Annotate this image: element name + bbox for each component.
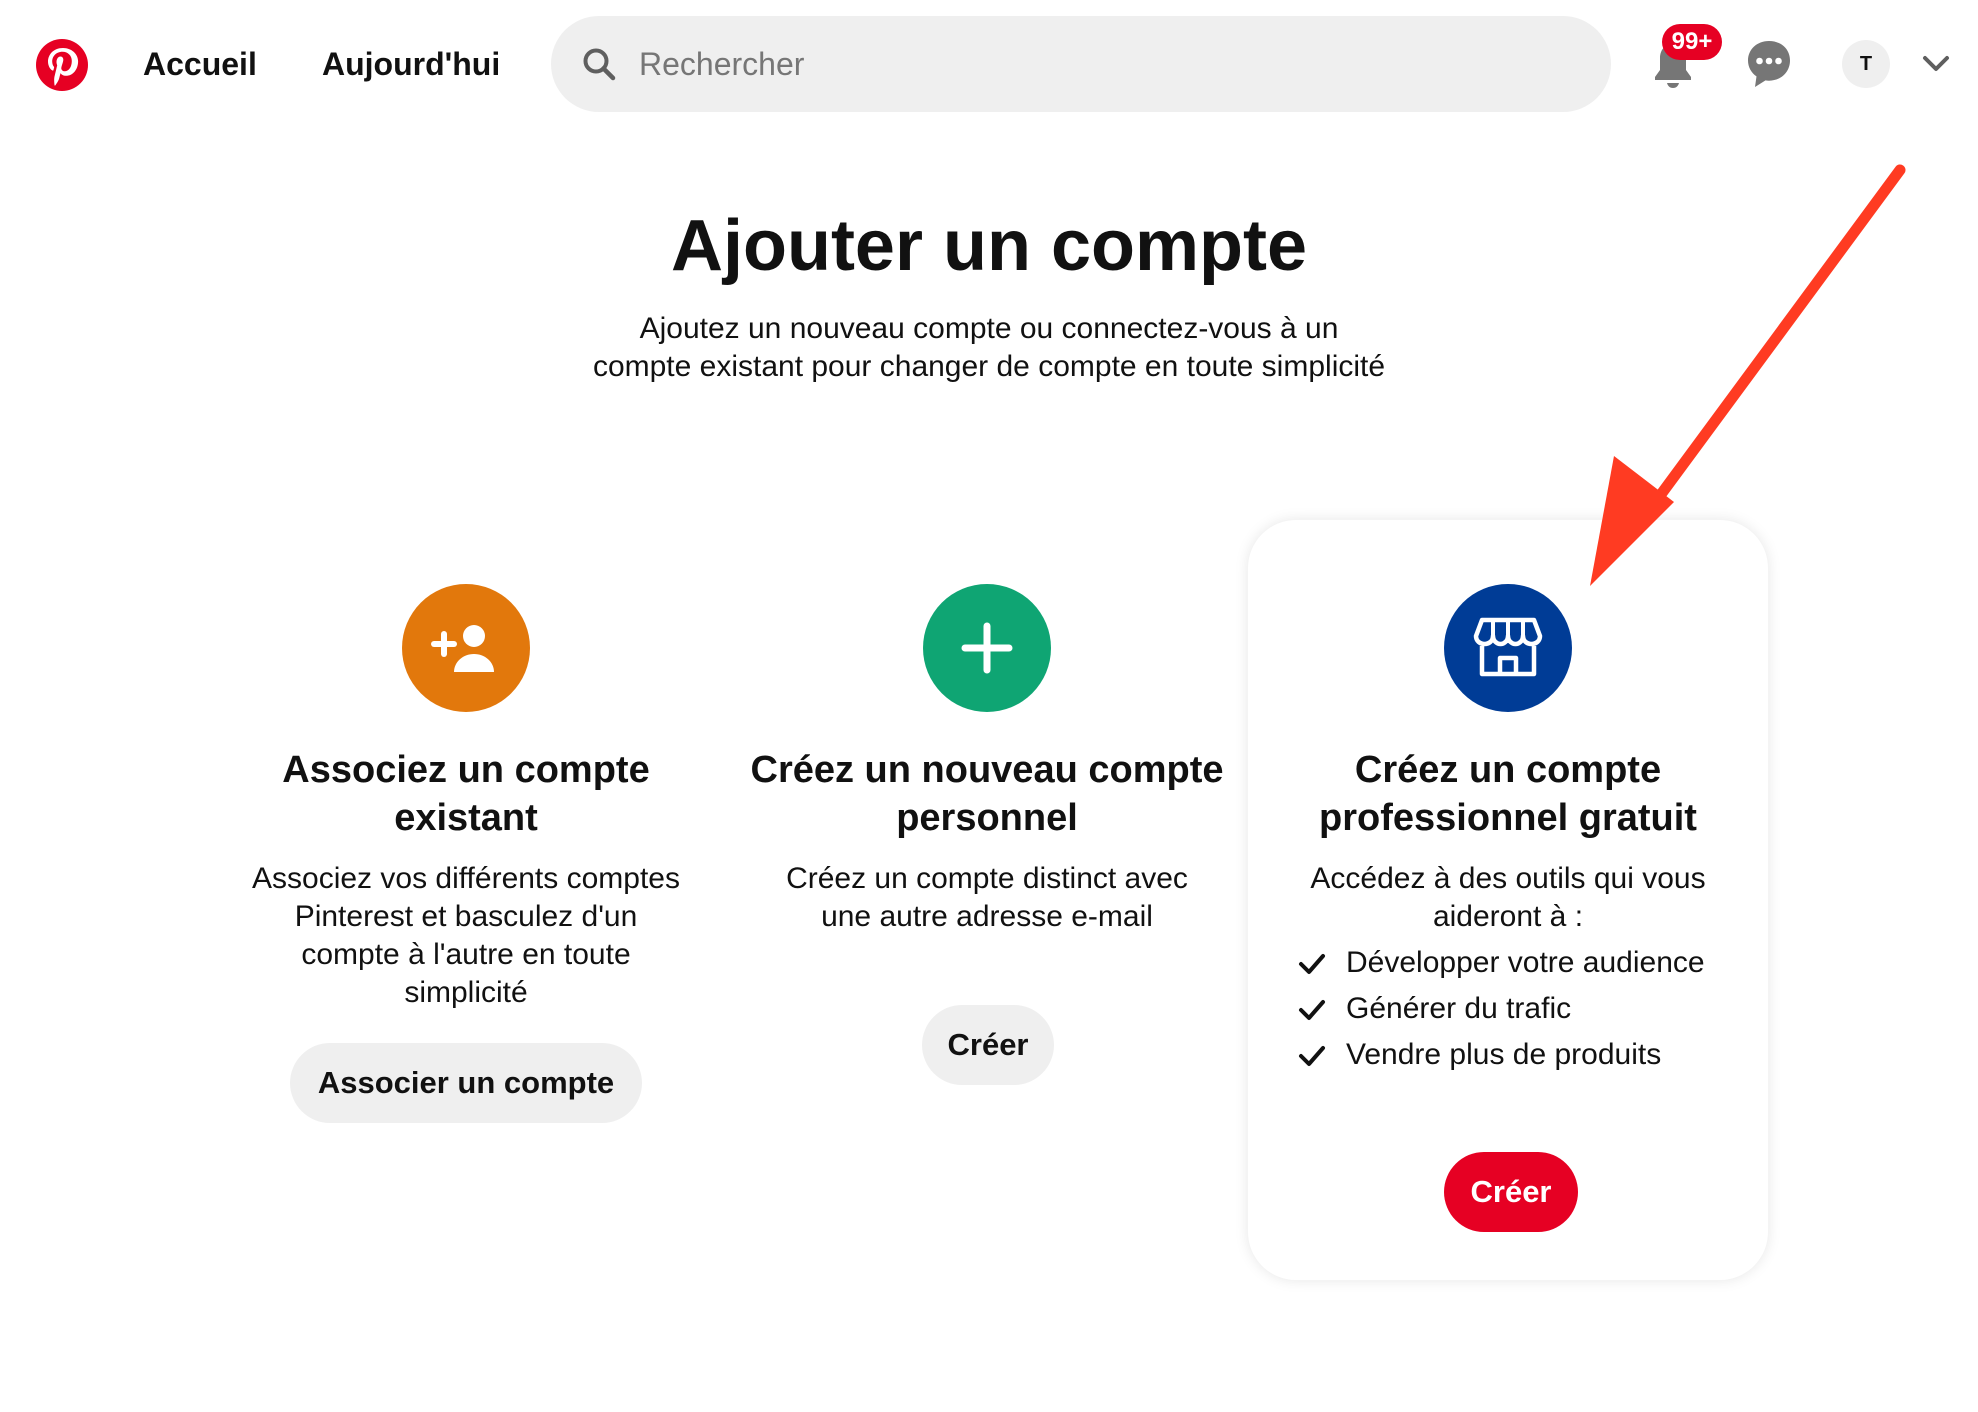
associate-account-button[interactable]: Associer un compte [290,1043,642,1123]
business-benefits-list: Développer votre audience Générer du tra… [1298,944,1738,1082]
user-avatar[interactable]: T [1842,40,1890,88]
business-card-title: Créez un compte professionnel gratuit [1319,749,1697,839]
create-personal-account-button[interactable]: Créer [922,1005,1054,1085]
nav-link-home[interactable]: Accueil [143,44,257,84]
search-input[interactable] [639,34,1539,94]
top-navigation-bar: Accueil Aujourd'hui 99+ T [0,0,1978,128]
chevron-down-icon[interactable] [1922,52,1950,76]
benefit-item: Vendre plus de produits [1298,1036,1738,1074]
personal-card-description: Créez un compte distinct avec une autre … [786,862,1188,933]
search-icon [583,48,616,81]
benefit-item: Générer du trafic [1298,990,1738,1028]
nav-link-today[interactable]: Aujourd'hui [322,44,500,84]
add-person-icon [402,584,530,712]
associate-account-card: Associez un compte existant Associez vos… [206,520,726,1280]
search-bar[interactable] [551,16,1611,112]
annotation-arrow-icon [1590,164,1906,586]
checkmark-icon [1299,1046,1325,1066]
benefit-item: Développer votre audience [1298,944,1738,982]
personal-account-card: Créez un nouveau compte personnel Créez … [727,520,1247,1280]
checkmark-icon [1299,1000,1325,1020]
benefit-text: Vendre plus de produits [1346,1038,1662,1071]
associate-card-title: Associez un compte existant [282,749,650,839]
storefront-icon [1444,584,1572,712]
benefit-text: Développer votre audience [1346,946,1705,979]
business-account-card: Créez un compte professionnel gratuit Ac… [1248,520,1768,1280]
benefit-text: Générer du trafic [1346,992,1572,1025]
plus-icon [923,584,1051,712]
create-business-account-button[interactable]: Créer [1444,1152,1578,1232]
personal-card-title: Créez un nouveau compte personnel [750,749,1224,839]
business-card-description: Accédez à des outils qui vous aideront à… [1310,862,1706,933]
notification-count-badge: 99+ [1662,24,1722,60]
messages-icon[interactable] [1745,38,1793,90]
page-subtitle: Ajoutez un nouveau compte ou connectez-v… [592,312,1386,383]
associate-card-description: Associez vos différents comptes Pinteres… [252,862,680,1009]
pinterest-logo-icon[interactable] [36,39,88,91]
checkmark-icon [1299,954,1325,974]
